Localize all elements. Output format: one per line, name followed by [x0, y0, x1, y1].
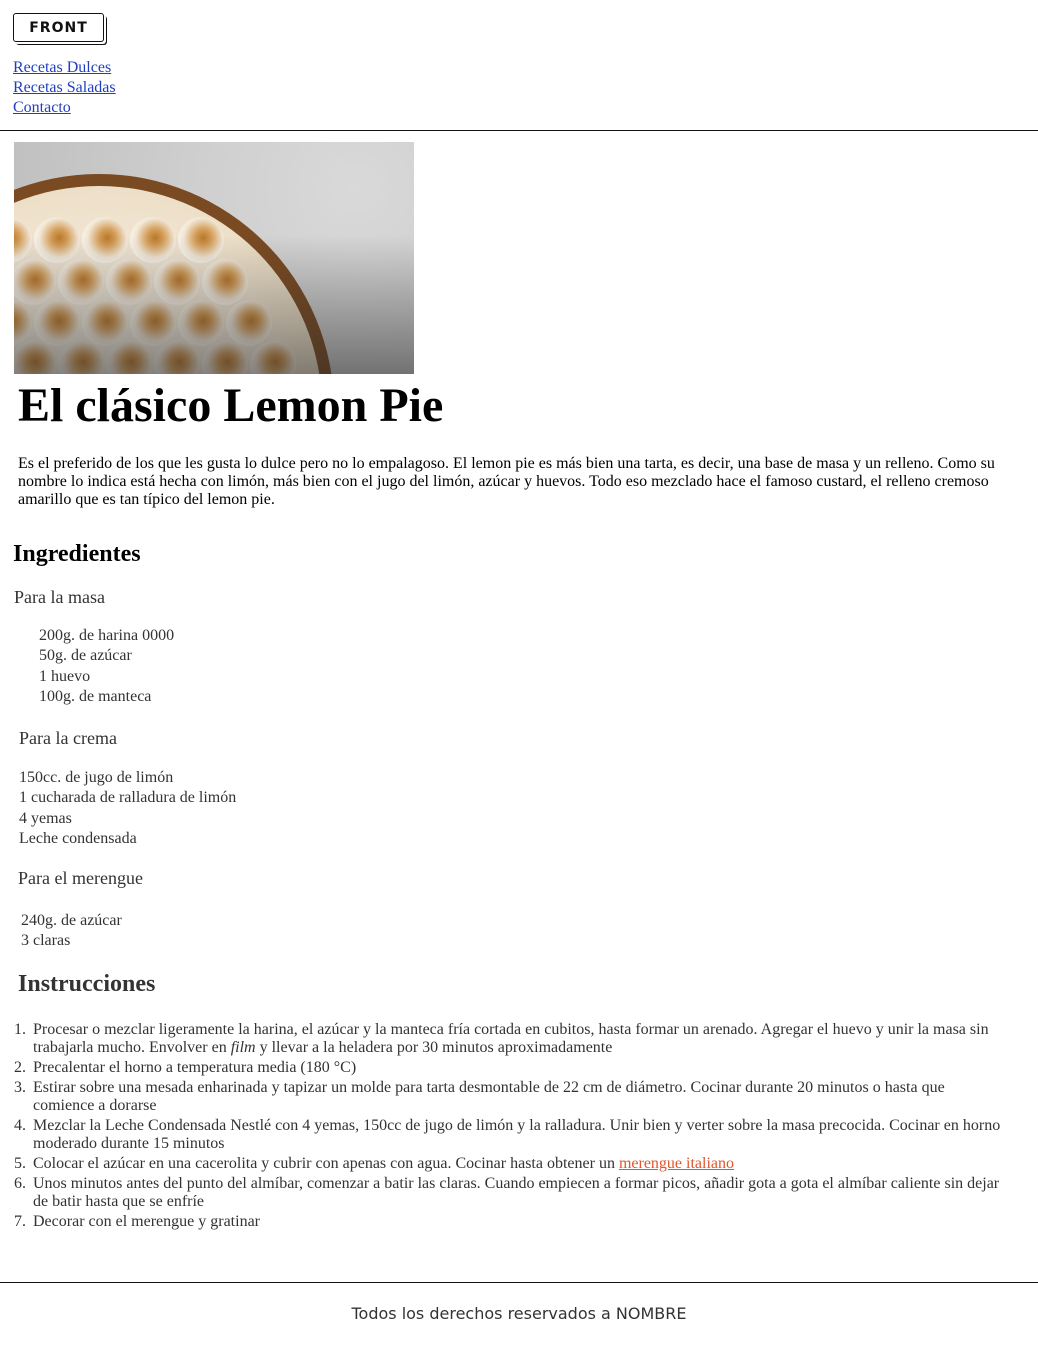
ingredient-item: 50g. de azúcar — [39, 647, 132, 665]
step-text: y llevar a la heladera por 30 minutos ap… — [255, 1039, 613, 1056]
instructions-list: 1. Procesar o mezclar ligeramente la har… — [14, 1021, 1004, 1233]
step-text: Precalentar el horno a temperatura media… — [33, 1059, 357, 1076]
step-number: 1. — [14, 1021, 26, 1038]
instruction-step: 6. Unos minutos antes del punto del almí… — [14, 1175, 1004, 1211]
instruction-step: 4. Mezclar la Leche Condensada Nestlé co… — [14, 1117, 1004, 1153]
step-emphasis: film — [230, 1039, 256, 1056]
nav-link-recetas-saladas[interactable]: Recetas Saladas — [13, 78, 116, 98]
ingredients-list-crema: 150cc. de jugo de limón 1 cucharada de r… — [19, 768, 236, 849]
hero-image — [14, 142, 414, 374]
step-text: Colocar el azúcar en una cacerolita y cu… — [33, 1155, 619, 1172]
instruction-step: 2. Precalentar el horno a temperatura me… — [14, 1059, 1004, 1077]
step-text: Mezclar la Leche Condensada Nestlé con 4… — [33, 1117, 1001, 1152]
ingredients-group-title: Para el merengue — [18, 868, 143, 888]
step-number: 2. — [14, 1059, 26, 1076]
step-number: 4. — [14, 1117, 26, 1134]
instruction-step: 5. Colocar el azúcar en una cacerolita y… — [14, 1155, 1004, 1173]
step-text: Unos minutos antes del punto del almíbar… — [33, 1175, 1000, 1210]
brand-logo[interactable]: FRONT — [13, 13, 104, 42]
logo-text: FRONT — [13, 13, 104, 42]
merengue-italiano-link[interactable]: merengue italiano — [619, 1155, 734, 1172]
step-number: 3. — [14, 1079, 26, 1096]
ingredient-item: Leche condensada — [19, 829, 137, 847]
step-number: 6. — [14, 1175, 26, 1192]
ingredient-item: 240g. de azúcar — [21, 912, 122, 929]
footer-divider — [0, 1282, 1038, 1283]
instructions-heading: Instrucciones — [18, 971, 156, 997]
ingredient-item: 3 claras — [21, 932, 71, 950]
ingredients-group-title: Para la masa — [14, 587, 105, 607]
step-number: 5. — [14, 1155, 26, 1172]
ingredients-list-masa: 200g. de harina 0000 50g. de azúcar 1 hu… — [39, 626, 174, 707]
page-title: El clásico Lemon Pie — [18, 379, 444, 432]
ingredient-item: 1 huevo — [39, 667, 91, 685]
main-nav: Recetas Dulces Recetas Saladas Contacto — [13, 58, 116, 118]
step-number: 7. — [14, 1213, 26, 1230]
recipe-intro: Es el preferido de los que les gusta lo … — [18, 455, 995, 508]
ingredients-heading: Ingredientes — [13, 541, 141, 567]
ingredient-item: 1 cucharada de ralladura de limón — [19, 789, 237, 807]
header-divider — [0, 130, 1038, 131]
nav-link-recetas-dulces[interactable]: Recetas Dulces — [13, 58, 116, 78]
ingredient-item: 4 yemas — [19, 809, 72, 827]
footer-copyright: Todos los derechos reservados a NOMBRE — [351, 1304, 687, 1323]
instruction-step: 3. Estirar sobre una mesada enharinada y… — [14, 1079, 1004, 1115]
ingredients-list-merengue: 240g. de azúcar 3 claras — [21, 911, 122, 952]
step-text: Estirar sobre una mesada enharinada y ta… — [33, 1079, 945, 1114]
instruction-step: 7. Decorar con el merengue y gratinar — [14, 1213, 1004, 1231]
instruction-step: 1. Procesar o mezclar ligeramente la har… — [14, 1021, 1004, 1057]
ingredient-item: 200g. de harina 0000 — [39, 627, 175, 644]
ingredient-item: 100g. de manteca — [39, 687, 152, 705]
step-text: Decorar con el merengue y gratinar — [33, 1213, 260, 1230]
ingredient-item: 150cc. de jugo de limón — [19, 769, 174, 786]
nav-link-contacto[interactable]: Contacto — [13, 98, 116, 118]
ingredients-group-title: Para la crema — [19, 728, 117, 748]
